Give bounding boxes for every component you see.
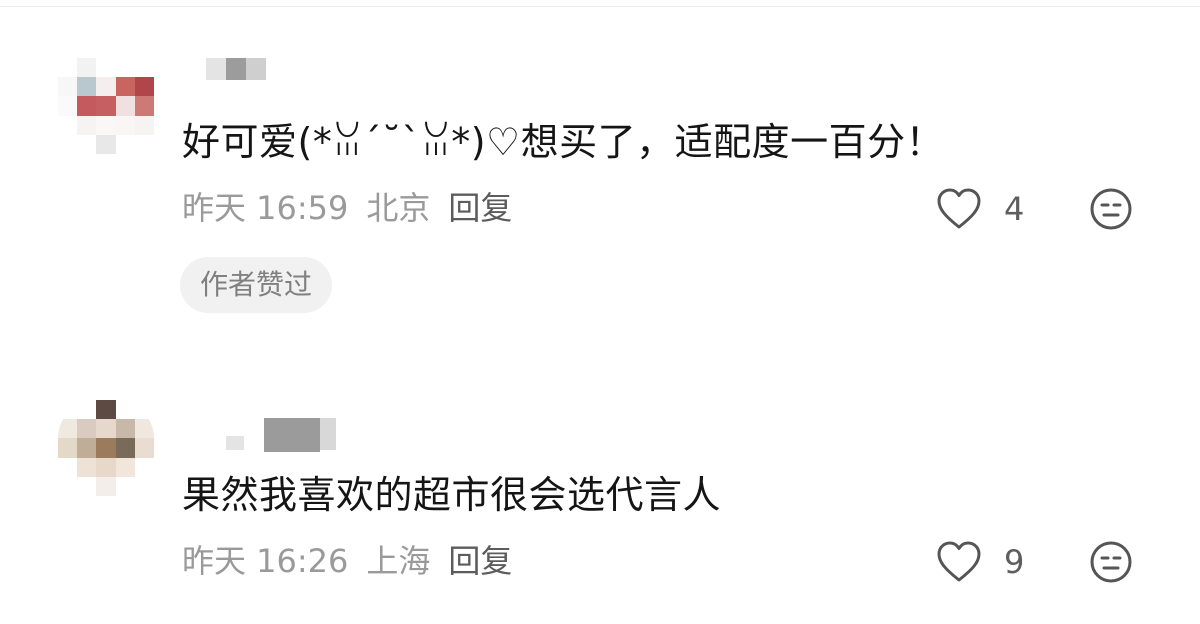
like-count: 4 [1004, 190, 1025, 228]
comment-location: 北京 [366, 189, 431, 227]
avatar[interactable] [58, 400, 154, 496]
like-button[interactable]: 4 [936, 186, 1024, 232]
like-count: 9 [1004, 543, 1025, 581]
comment-time: 昨天 16:26 [182, 542, 349, 580]
heart-outline-icon [937, 541, 981, 582]
comment-time: 昨天 16:59 [182, 189, 349, 227]
comment-text: 果然我喜欢的超市很会选代言人 [182, 473, 722, 517]
comment-meta: 昨天 16:26 上海 回复 [182, 541, 512, 581]
comment-location: 上海 [366, 542, 431, 580]
author-liked-badge: 作者赞过 [180, 257, 333, 313]
username-redacted[interactable] [206, 58, 266, 80]
neutral-face-icon[interactable] [1088, 539, 1134, 585]
avatar[interactable] [58, 58, 154, 154]
like-button[interactable]: 9 [936, 539, 1024, 585]
comment-text: 好可爱(*ꈍ´˘`ꈍ*)♡想买了，适配度一百分！ [182, 120, 945, 164]
neutral-face-icon[interactable] [1088, 186, 1134, 232]
reply-button[interactable]: 回复 [448, 541, 512, 581]
reply-button[interactable]: 回复 [448, 188, 512, 228]
top-divider [0, 6, 1200, 7]
heart-outline-icon [937, 188, 981, 229]
comment-meta: 昨天 16:59 北京 回复 [182, 188, 512, 228]
username-redacted[interactable] [206, 418, 336, 452]
